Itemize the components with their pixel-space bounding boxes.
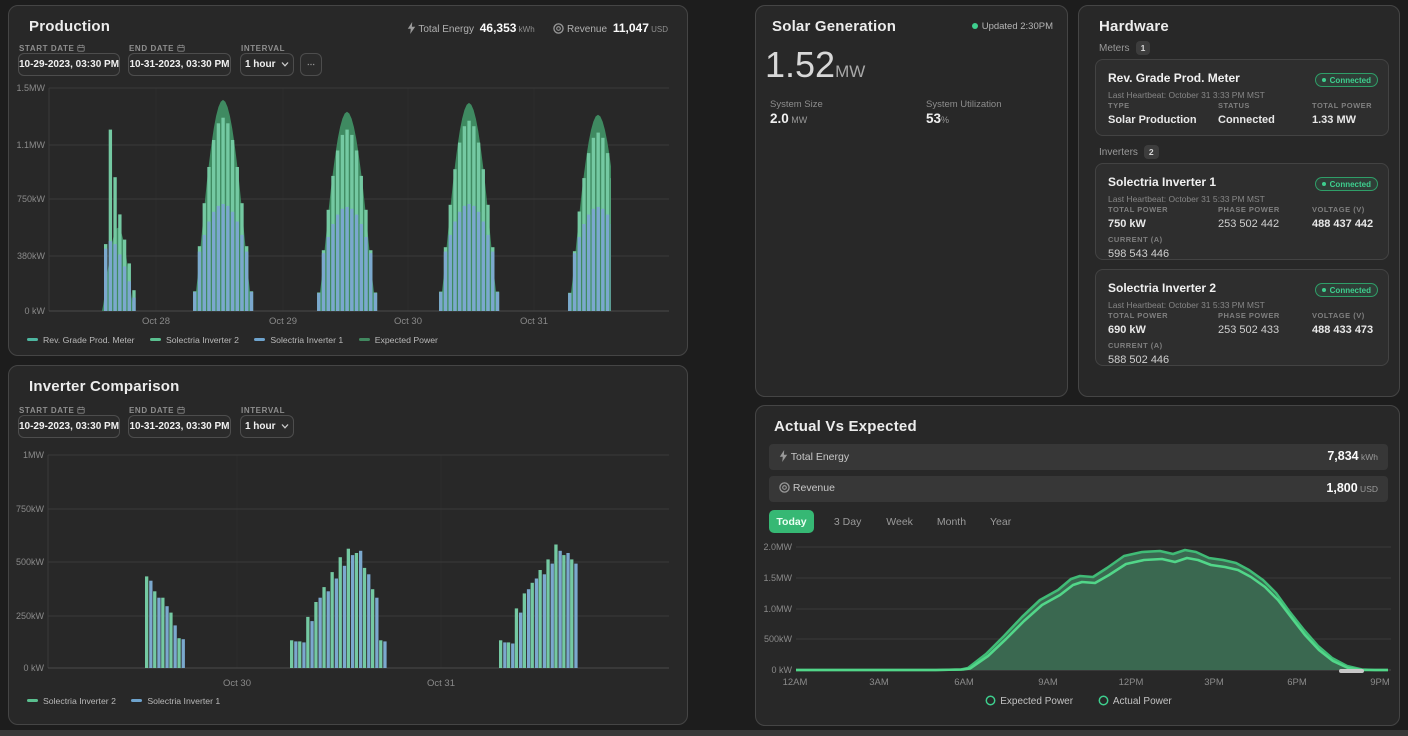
svg-text:Oct 31: Oct 31 xyxy=(427,678,455,689)
svg-text:2.0MW: 2.0MW xyxy=(763,542,792,552)
svg-text:3PM: 3PM xyxy=(1204,677,1224,688)
svg-text:1.1MW: 1.1MW xyxy=(16,140,45,150)
svg-text:1.0MW: 1.0MW xyxy=(763,604,792,614)
svg-text:500kW: 500kW xyxy=(16,557,45,567)
svg-text:Oct 30: Oct 30 xyxy=(394,316,422,327)
svg-text:0 kW: 0 kW xyxy=(23,663,44,673)
svg-text:12AM: 12AM xyxy=(783,677,808,688)
svg-text:Oct 28: Oct 28 xyxy=(142,316,170,327)
svg-text:250kW: 250kW xyxy=(16,611,45,621)
svg-text:750kW: 750kW xyxy=(17,194,46,204)
svg-text:1.5MW: 1.5MW xyxy=(763,573,792,583)
svg-text:0 kW: 0 kW xyxy=(771,665,792,675)
svg-text:Oct 29: Oct 29 xyxy=(269,316,297,327)
svg-text:6PM: 6PM xyxy=(1287,677,1307,688)
svg-text:Oct 30: Oct 30 xyxy=(223,678,251,689)
svg-text:3AM: 3AM xyxy=(869,677,889,688)
svg-text:Oct 31: Oct 31 xyxy=(520,316,548,327)
svg-text:9AM: 9AM xyxy=(1038,677,1058,688)
svg-text:0 kW: 0 kW xyxy=(24,306,45,316)
svg-text:500kW: 500kW xyxy=(764,634,793,644)
svg-text:9PM: 9PM xyxy=(1370,677,1390,688)
svg-text:12PM: 12PM xyxy=(1119,677,1144,688)
svg-text:6AM: 6AM xyxy=(954,677,974,688)
svg-text:1.5MW: 1.5MW xyxy=(16,83,45,93)
svg-text:750kW: 750kW xyxy=(16,504,45,514)
svg-text:380kW: 380kW xyxy=(17,251,46,261)
svg-text:1MW: 1MW xyxy=(23,450,45,460)
